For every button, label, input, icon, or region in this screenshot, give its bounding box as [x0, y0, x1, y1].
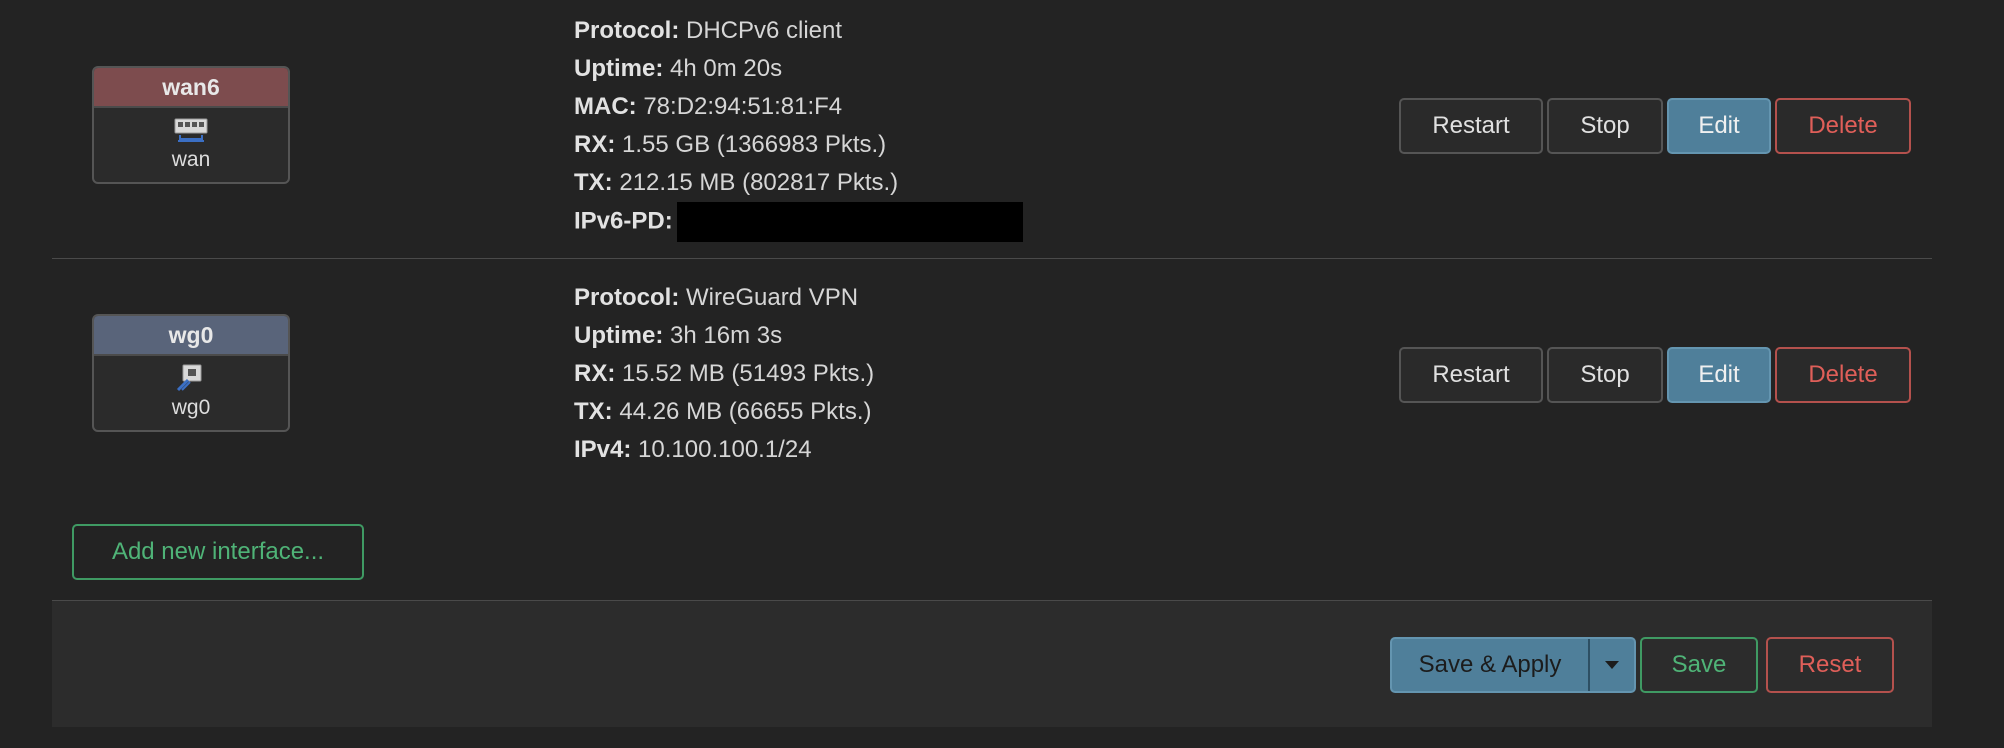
stop-button[interactable]: Stop: [1547, 98, 1663, 154]
delete-button[interactable]: Delete: [1775, 347, 1911, 403]
save-apply-button[interactable]: Save & Apply: [1392, 639, 1590, 691]
delete-button[interactable]: Delete: [1775, 98, 1911, 154]
ipv6-pd-line: IPv6-PD:: [574, 202, 1023, 242]
reset-button[interactable]: Reset: [1766, 637, 1894, 693]
interface-name: wg0: [94, 316, 288, 356]
stop-button[interactable]: Stop: [1547, 347, 1663, 403]
restart-button[interactable]: Restart: [1399, 347, 1543, 403]
tx-line: TX: 44.26 MB (66655 Pkts.): [574, 398, 872, 425]
mac-line: MAC: 78:D2:94:51:81:F4: [574, 93, 843, 120]
protocol-line: Protocol: WireGuard VPN: [574, 284, 859, 311]
interface-actions-wg0: Restart Stop Edit Delete: [1399, 347, 1911, 403]
interface-row-wg0: wg0 wg0 Protocol: WireGuard VPN Uptime: …: [52, 259, 1932, 499]
redacted-block: [676, 202, 1023, 242]
interface-name: wan6: [94, 68, 288, 108]
restart-button[interactable]: Restart: [1399, 98, 1543, 154]
interface-badge-wg0: wg0 wg0: [92, 314, 290, 432]
interface-details-wan6: Protocol: DHCPv6 client Uptime: 4h 0m 20…: [574, 12, 1023, 242]
interface-badge-wan6: wan6 wan: [92, 66, 290, 184]
interface-row-wan6: wan6 wan Protocol: DHCPv6 client Uptime:…: [52, 0, 1932, 259]
protocol-line: Protocol: DHCPv6 client: [574, 17, 843, 44]
page-actions-footer: Save & Apply Save Reset: [52, 600, 1932, 727]
edit-button[interactable]: Edit: [1667, 98, 1771, 154]
interface-actions-wan6: Restart Stop Edit Delete: [1399, 98, 1911, 154]
edit-button[interactable]: Edit: [1667, 347, 1771, 403]
save-apply-split-button: Save & Apply: [1390, 637, 1636, 693]
add-interface-button[interactable]: Add new interface...: [72, 524, 364, 580]
caret-down-icon: [1605, 661, 1619, 669]
tx-line: TX: 212.15 MB (802817 Pkts.): [574, 169, 899, 196]
interface-details-wg0: Protocol: WireGuard VPN Uptime: 3h 16m 3…: [574, 279, 874, 469]
ethernet-port-icon: [174, 116, 208, 144]
rx-line: RX: 15.52 MB (51493 Pkts.): [574, 360, 875, 387]
uptime-line: Uptime: 4h 0m 20s: [574, 55, 783, 82]
ipv4-line: IPv4: 10.100.100.1/24: [574, 436, 812, 463]
interface-device: wg0: [171, 396, 211, 419]
uptime-line: Uptime: 3h 16m 3s: [574, 322, 783, 349]
rx-line: RX: 1.55 GB (1366983 Pkts.): [574, 131, 887, 158]
tunnel-interface-icon: [174, 364, 208, 392]
save-button[interactable]: Save: [1640, 637, 1758, 693]
save-apply-dropdown-toggle[interactable]: [1590, 639, 1634, 691]
interface-device: wan: [171, 148, 211, 171]
network-interfaces-page: wan6 wan Protocol: DHCPv6 client Uptime:…: [0, 0, 2004, 748]
